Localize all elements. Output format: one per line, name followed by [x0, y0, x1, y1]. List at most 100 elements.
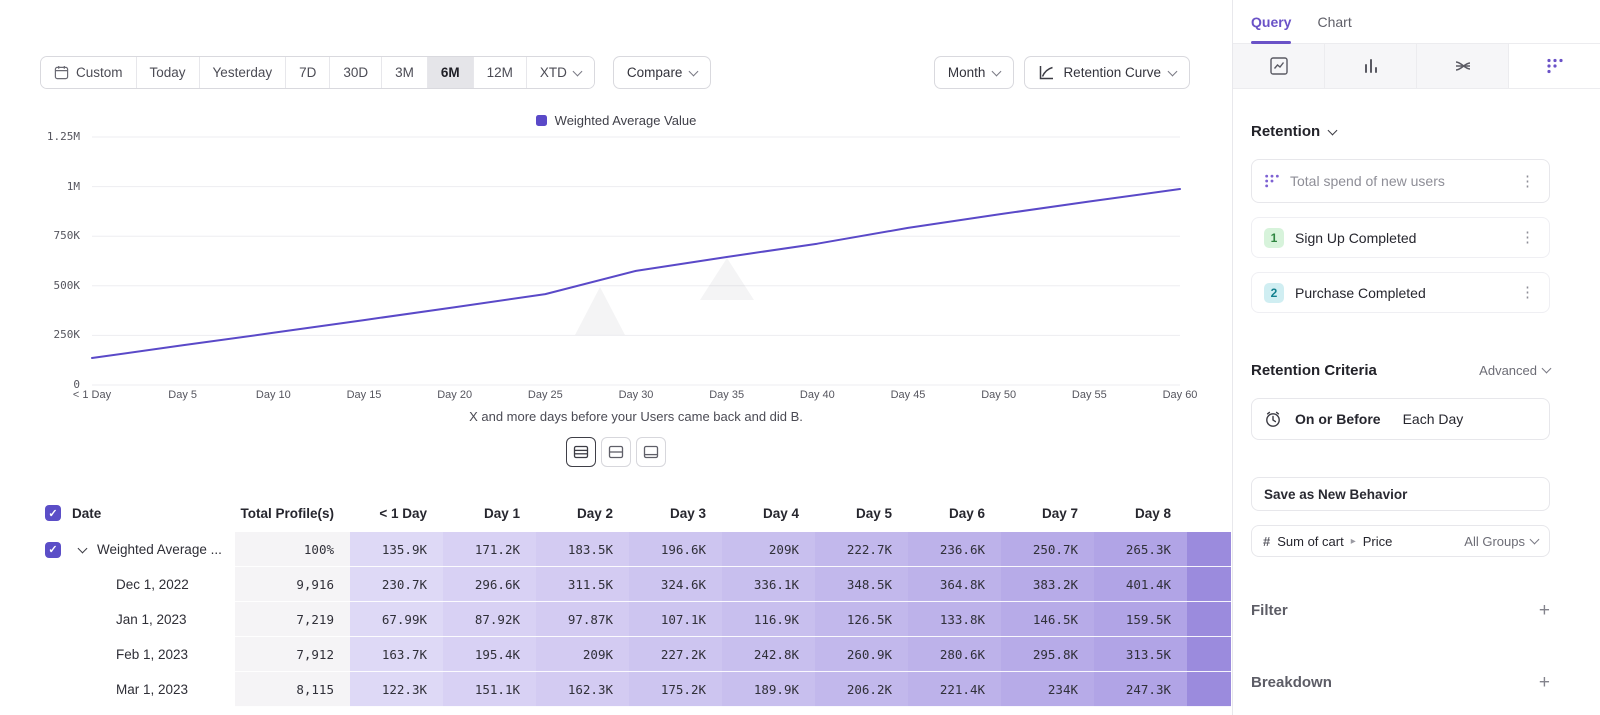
col-header-day[interactable]: < 1 Day — [350, 494, 443, 532]
retention-cell[interactable]: 296.6K — [443, 567, 536, 602]
chart-style-select[interactable]: Retention Curve — [1024, 56, 1190, 89]
retention-cell[interactable]: 183.5K — [536, 532, 629, 567]
measure-row[interactable]: # Sum of cart ▸ Price All Groups — [1251, 525, 1550, 557]
range-6m[interactable]: 6M — [428, 57, 474, 88]
col-header-day[interactable]: Day 8 — [1094, 494, 1187, 532]
chart-type-bar-button[interactable] — [1325, 44, 1417, 88]
retention-cell[interactable]: 250.7K — [1001, 532, 1094, 567]
view-toggle-single[interactable] — [636, 437, 666, 467]
col-header-day[interactable]: Day 2 — [536, 494, 629, 532]
row-checkbox[interactable]: ✓ — [45, 542, 61, 558]
retention-cell[interactable]: 324.6K — [629, 567, 722, 602]
retention-cell[interactable]: 364.8K — [908, 567, 1001, 602]
col-header-day[interactable]: Day 4 — [722, 494, 815, 532]
range-xtd[interactable]: XTD — [527, 57, 594, 88]
row-label: Feb 1, 2023 — [70, 637, 235, 672]
tab-query[interactable]: Query — [1251, 0, 1291, 43]
retention-cell[interactable]: 209K — [536, 637, 629, 672]
retention-cell[interactable]: 336.1K — [722, 567, 815, 602]
select-all-checkbox[interactable]: ✓ — [45, 505, 61, 521]
retention-cell[interactable]: 295.8K — [1001, 637, 1094, 672]
criteria-period[interactable]: Each Day — [1403, 411, 1464, 427]
tab-chart[interactable]: Chart — [1317, 0, 1351, 43]
behavior-card[interactable]: Total spend of new users ⋮ — [1251, 159, 1550, 203]
retention-cell[interactable]: 146.5K — [1001, 602, 1094, 637]
retention-cell[interactable]: 260.9K — [815, 637, 908, 672]
add-filter-button[interactable]: + — [1539, 601, 1550, 620]
retention-cell[interactable]: 171.2K — [443, 532, 536, 567]
granularity-select[interactable]: Month — [934, 56, 1015, 89]
retention-cell[interactable]: 97.87K — [536, 602, 629, 637]
retention-cell[interactable]: 311.5K — [536, 567, 629, 602]
retention-cell[interactable]: 126.5K — [815, 602, 908, 637]
range-today[interactable]: Today — [137, 57, 200, 88]
retention-cell[interactable]: 163.7K — [350, 637, 443, 672]
save-behavior-button[interactable]: Save as New Behavior — [1251, 477, 1550, 511]
retention-cell[interactable]: 116.9K — [722, 602, 815, 637]
chart-type-retention-button[interactable] — [1509, 44, 1600, 88]
range-30d[interactable]: 30D — [330, 57, 382, 88]
retention-cell[interactable]: 348.5K — [815, 567, 908, 602]
retention-cell[interactable]: 107.1K — [629, 602, 722, 637]
retention-cell[interactable]: 122.3K — [350, 672, 443, 707]
collapse-row-icon[interactable] — [78, 543, 88, 553]
retention-cell[interactable]: 175.2K — [629, 672, 722, 707]
retention-cell[interactable]: 159.5K — [1094, 602, 1187, 637]
behavior-menu-button[interactable]: ⋮ — [1518, 174, 1537, 189]
row-label[interactable]: Weighted Average ... — [70, 532, 235, 567]
advanced-mode-toggle[interactable]: Advanced — [1479, 363, 1550, 378]
measure-property: Price — [1363, 534, 1393, 549]
view-toggle-split[interactable] — [601, 437, 631, 467]
range-12m[interactable]: 12M — [474, 57, 527, 88]
compare-button[interactable]: Compare — [613, 56, 712, 89]
retention-cell[interactable]: 221.4K — [908, 672, 1001, 707]
add-breakdown-button[interactable]: + — [1539, 673, 1550, 692]
range-7d[interactable]: 7D — [286, 57, 330, 88]
retention-cell[interactable]: 242.8K — [722, 637, 815, 672]
retention-cell[interactable]: 222.7K — [815, 532, 908, 567]
range-3m[interactable]: 3M — [382, 57, 428, 88]
retention-cell[interactable]: 151.1K — [443, 672, 536, 707]
retention-cell[interactable]: 313.5K — [1094, 637, 1187, 672]
retention-cell[interactable]: 247.3K — [1094, 672, 1187, 707]
retention-cell[interactable]: 67.99K — [350, 602, 443, 637]
retention-cell[interactable]: 195.4K — [443, 637, 536, 672]
retention-cell[interactable]: 234K — [1001, 672, 1094, 707]
retention-cell[interactable]: 401.4K — [1094, 567, 1187, 602]
chart-type-flow-button[interactable] — [1417, 44, 1509, 88]
behavior-step[interactable]: 2Purchase Completed⋮ — [1251, 272, 1550, 313]
retention-cell[interactable]: 162.3K — [536, 672, 629, 707]
retention-cell[interactable]: 133.8K — [908, 602, 1001, 637]
step-menu-button[interactable]: ⋮ — [1518, 230, 1537, 245]
retention-cell[interactable]: 236.6K — [908, 532, 1001, 567]
col-header-day[interactable]: Day 3 — [629, 494, 722, 532]
retention-section-toggle[interactable]: Retention — [1251, 123, 1550, 140]
retention-cell[interactable]: 135.9K — [350, 532, 443, 567]
retention-cell[interactable]: 206.2K — [815, 672, 908, 707]
view-toggle-rows[interactable] — [566, 437, 596, 467]
col-header-total[interactable]: Total Profile(s) — [235, 494, 350, 532]
col-header-date[interactable]: Date — [70, 494, 235, 532]
criteria-condition[interactable]: On or Before — [1295, 411, 1381, 427]
retention-cell[interactable]: 87.92K — [443, 602, 536, 637]
x-axis-label: Day 5 — [168, 389, 197, 401]
col-header-day[interactable]: Day 5 — [815, 494, 908, 532]
retention-cell[interactable]: 196.6K — [629, 532, 722, 567]
col-header-day[interactable]: Day 6 — [908, 494, 1001, 532]
retention-cell[interactable]: 227.2K — [629, 637, 722, 672]
retention-cell[interactable]: 383.2K — [1001, 567, 1094, 602]
range-yesterday[interactable]: Yesterday — [200, 57, 287, 88]
retention-cell[interactable]: 280.6K — [908, 637, 1001, 672]
behavior-step[interactable]: 1Sign Up Completed⋮ — [1251, 217, 1550, 258]
retention-criteria-card[interactable]: On or Before Each Day — [1251, 398, 1550, 440]
retention-cell[interactable]: 265.3K — [1094, 532, 1187, 567]
col-header-day[interactable]: Day 1 — [443, 494, 536, 532]
chart-type-line-button[interactable] — [1233, 44, 1325, 88]
all-groups-select[interactable]: All Groups — [1464, 534, 1538, 549]
retention-cell[interactable]: 230.7K — [350, 567, 443, 602]
custom-range-button[interactable]: Custom — [41, 57, 137, 88]
step-menu-button[interactable]: ⋮ — [1518, 285, 1537, 300]
retention-cell[interactable]: 189.9K — [722, 672, 815, 707]
retention-cell[interactable]: 209K — [722, 532, 815, 567]
col-header-day[interactable]: Day 7 — [1001, 494, 1094, 532]
